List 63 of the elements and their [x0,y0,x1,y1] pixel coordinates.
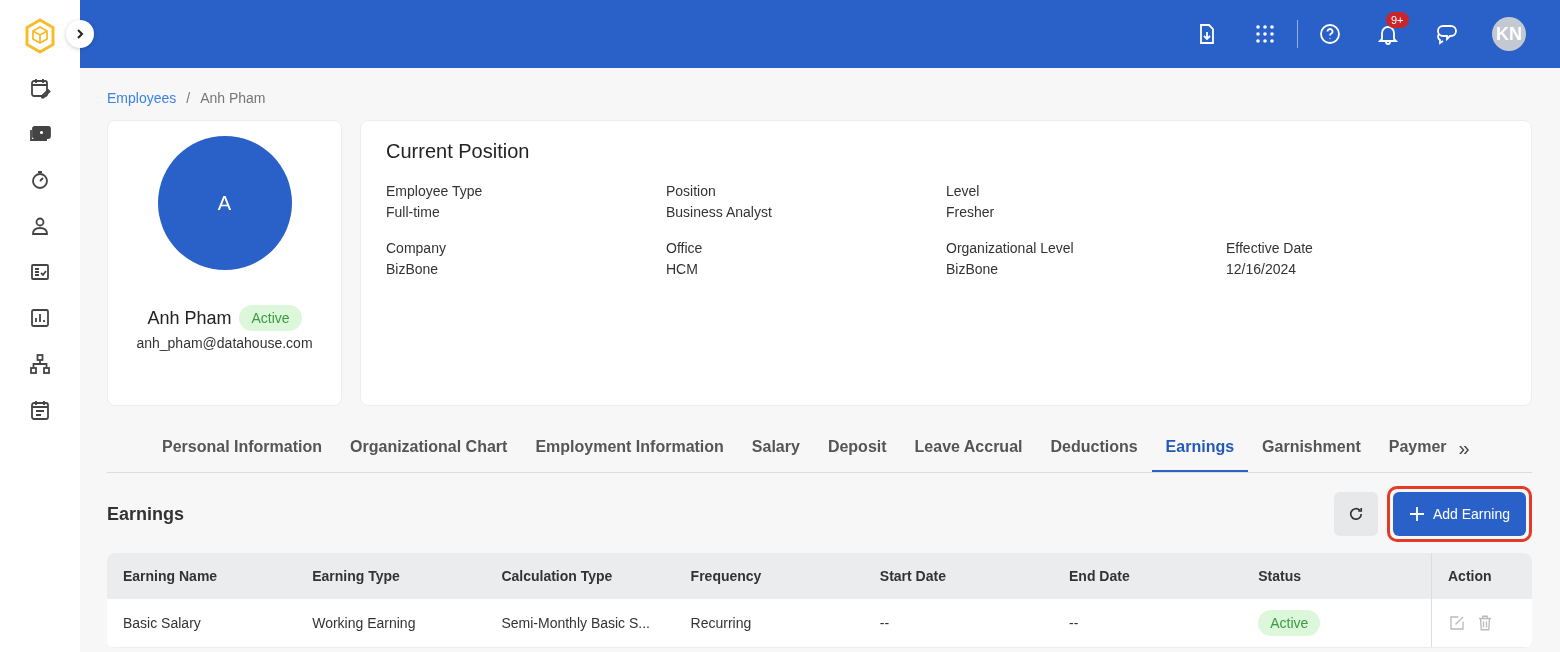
chevron-right-icon [74,28,86,40]
breadcrumb-current: Anh Pham [200,90,266,106]
tab[interactable]: Salary [737,424,814,472]
tab[interactable]: Organizational Chart [336,424,522,472]
field-label: Level [946,183,981,199]
column-header: End Date [1053,553,1243,599]
table-cell: Basic Salary [107,599,297,648]
tab[interactable]: Leave Accrual [900,424,1037,472]
column-header: Calculation Type [485,553,675,599]
table-cell: Semi-Monthly Basic S... [485,599,675,648]
field-label: Effective Date [1226,240,1314,256]
column-header: Status [1242,553,1432,599]
field-value: BizBone [386,261,440,277]
status-pill: Active [1258,610,1321,636]
field-label: Employee Type [386,183,484,199]
column-header: Action [1431,553,1532,599]
refresh-button[interactable] [1333,492,1378,536]
column-header: Frequency [674,553,864,599]
cube-logo-icon [25,18,55,54]
table-cell: Recurring [674,599,864,648]
column-header: Start Date [863,553,1053,599]
tab[interactable]: Personal Information [148,424,337,472]
field-value: BizBone [946,261,1000,277]
help-icon[interactable] [1318,22,1342,46]
field-value: HCM [666,261,699,277]
tab[interactable]: Employment Information [521,424,738,472]
tab[interactable]: Garnishment [1248,424,1375,472]
field-label: Organizational Level [946,240,1075,256]
employee-email: anh_pham@datahouse.com [136,335,313,351]
hierarchy-icon[interactable] [28,352,52,376]
calendar-icon[interactable] [28,398,52,422]
table-cell: -- [1053,599,1243,648]
tab[interactable]: Deductions [1036,424,1152,472]
tab[interactable]: Earnings [1151,424,1249,472]
field-value: 12/16/2024 [1226,261,1298,277]
employee-name: Anh Pham [147,307,232,329]
add-earning-button[interactable]: Add Earning [1392,492,1526,536]
field-label: Company [386,240,447,256]
tab[interactable]: Paymer [1374,424,1451,472]
table-cell: Working Earning [296,599,486,648]
apps-grid-icon[interactable] [1253,22,1277,46]
chat-bubbles-icon[interactable] [1434,22,1458,46]
card-title: Current Position [386,140,531,163]
column-header: Earning Name [107,553,297,599]
table-cell: -- [863,599,1053,648]
calendar-edit-icon[interactable] [28,76,52,100]
expand-button[interactable] [66,20,94,48]
field-label: Position [666,183,717,199]
column-header: Earning Type [296,553,486,599]
field-value: Business Analyst [666,204,773,220]
status-pill: Active [239,305,302,331]
employee-avatar: A [157,136,292,270]
field-label: Office [666,240,704,256]
bar-chart-icon[interactable] [28,306,52,330]
more-tabs-button[interactable]: » [1450,424,1478,472]
notification-badge: 9+ [1386,12,1409,28]
field-value: Fresher [946,204,996,220]
breadcrumb-link[interactable]: Employees [107,90,177,106]
breadcrumb-separator: / [186,90,191,106]
plus-icon [1408,506,1425,522]
tab[interactable]: Deposit [813,424,901,472]
field-value: Full-time [386,204,441,220]
section-title: Earnings [107,503,186,525]
